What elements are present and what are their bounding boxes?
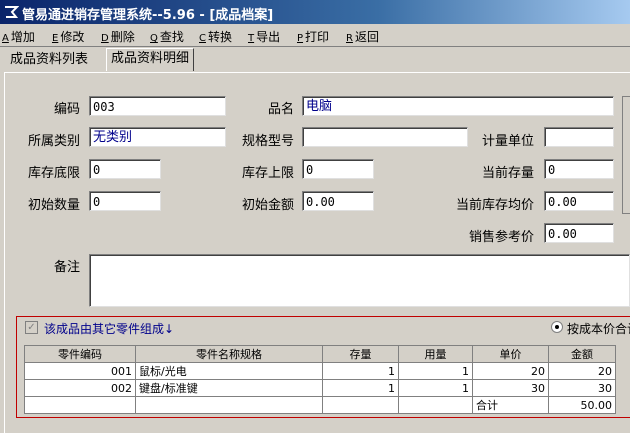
part-code-cell[interactable]: 001 [24, 362, 136, 380]
col-header-part-code[interactable]: 零件编码 [24, 345, 136, 363]
spec-field[interactable] [302, 127, 468, 147]
total-label: 合计 [472, 396, 549, 414]
unit-price-cell[interactable]: 20 [472, 362, 549, 380]
tab-product-detail[interactable]: 成品资料明细 [106, 48, 195, 71]
print-button[interactable]: P 打印 [297, 28, 329, 45]
stock-cell[interactable]: 1 [322, 362, 399, 380]
part-name-cell[interactable]: 鼠标/光电 [135, 362, 323, 380]
unit-label: 计量单位 [481, 134, 534, 149]
back-button[interactable]: R 返回 [346, 28, 379, 45]
total-row: 合计 50.00 [24, 396, 616, 414]
table-row[interactable]: 001 鼠标/光电 1 1 20 20 [24, 362, 616, 380]
edit-button[interactable]: E 修改 [52, 28, 84, 45]
side-frame [622, 96, 630, 214]
cost-price-radio[interactable] [551, 321, 563, 333]
avg-price-label: 当前库存均价 [455, 198, 534, 213]
ref-price-label: 销售参考价 [468, 230, 534, 245]
init-amount-label: 初始金额 [241, 198, 294, 213]
app-icon [5, 6, 19, 18]
empty-cell [24, 396, 136, 414]
find-button[interactable]: Q 查找 [150, 28, 184, 45]
col-header-stock[interactable]: 存量 [322, 345, 399, 363]
components-table: 零件编码 零件名称规格 存量 用量 单价 金额 001 鼠标/光电 1 1 20… [24, 345, 616, 414]
tab-strip: 成品资料列表 成品资料明细 [0, 48, 630, 72]
stock-max-label: 库存上限 [241, 166, 294, 181]
current-stock-label: 当前存量 [481, 166, 534, 181]
empty-cell [135, 396, 323, 414]
remark-label: 备注 [53, 260, 80, 275]
remark-field[interactable] [89, 254, 630, 307]
empty-cell [398, 396, 473, 414]
col-header-usage[interactable]: 用量 [398, 345, 473, 363]
category-label: 所属类别 [27, 134, 80, 149]
composed-checkbox[interactable]: ✓ [25, 321, 38, 334]
name-label: 品名 [267, 102, 294, 117]
code-label: 编码 [53, 102, 80, 117]
init-amount-field[interactable]: 0.00 [302, 191, 374, 211]
add-button[interactable]: A 增加 [2, 28, 35, 45]
delete-button[interactable]: D 删除 [101, 28, 135, 45]
current-stock-field[interactable]: 0 [544, 159, 614, 179]
ref-price-field[interactable]: 0.00 [544, 223, 614, 243]
cost-price-radio-label: 按成本价合计 [567, 322, 630, 336]
unit-price-cell[interactable]: 30 [472, 379, 549, 397]
stock-min-field[interactable]: 0 [89, 159, 161, 179]
composed-checkbox-label: 该成品由其它零件组成↓ [44, 322, 175, 336]
unit-field[interactable] [544, 127, 614, 147]
avg-price-field[interactable]: 0.00 [544, 191, 614, 211]
table-row[interactable]: 002 键盘/标准键 1 1 30 30 [24, 379, 616, 397]
stock-cell[interactable]: 1 [322, 379, 399, 397]
part-name-cell[interactable]: 键盘/标准键 [135, 379, 323, 397]
amount-cell[interactable]: 30 [548, 379, 616, 397]
name-field[interactable]: 电脑 [302, 96, 614, 116]
init-qty-field[interactable]: 0 [89, 191, 161, 211]
usage-cell[interactable]: 1 [398, 362, 473, 380]
col-header-amount[interactable]: 金额 [548, 345, 616, 363]
convert-button[interactable]: C 转换 [199, 28, 232, 45]
part-code-cell[interactable]: 002 [24, 379, 136, 397]
spec-label: 规格型号 [241, 134, 294, 149]
empty-cell [322, 396, 399, 414]
usage-cell[interactable]: 1 [398, 379, 473, 397]
title-bar: 管易通进销存管理系统--5.96 - [成品档案] [0, 0, 630, 24]
export-button[interactable]: T 导出 [248, 28, 280, 45]
stock-max-field[interactable]: 0 [302, 159, 374, 179]
category-field[interactable]: 无类别 [89, 127, 226, 147]
toolbar: A 增加 E 修改 D 删除 Q 查找 C 转换 T 导出 P 打印 R 返回 [0, 24, 630, 47]
code-field[interactable]: 003 [89, 96, 226, 116]
window-title: 管易通进销存管理系统--5.96 - [成品档案] [22, 8, 274, 23]
stock-min-label: 库存底限 [27, 166, 80, 181]
table-header-row: 零件编码 零件名称规格 存量 用量 单价 金额 [24, 345, 616, 363]
tab-product-list[interactable]: 成品资料列表 [6, 50, 92, 70]
col-header-unit-price[interactable]: 单价 [472, 345, 549, 363]
total-value: 50.00 [548, 396, 616, 414]
init-qty-label: 初始数量 [27, 198, 80, 213]
col-header-part-name[interactable]: 零件名称规格 [135, 345, 323, 363]
amount-cell[interactable]: 20 [548, 362, 616, 380]
